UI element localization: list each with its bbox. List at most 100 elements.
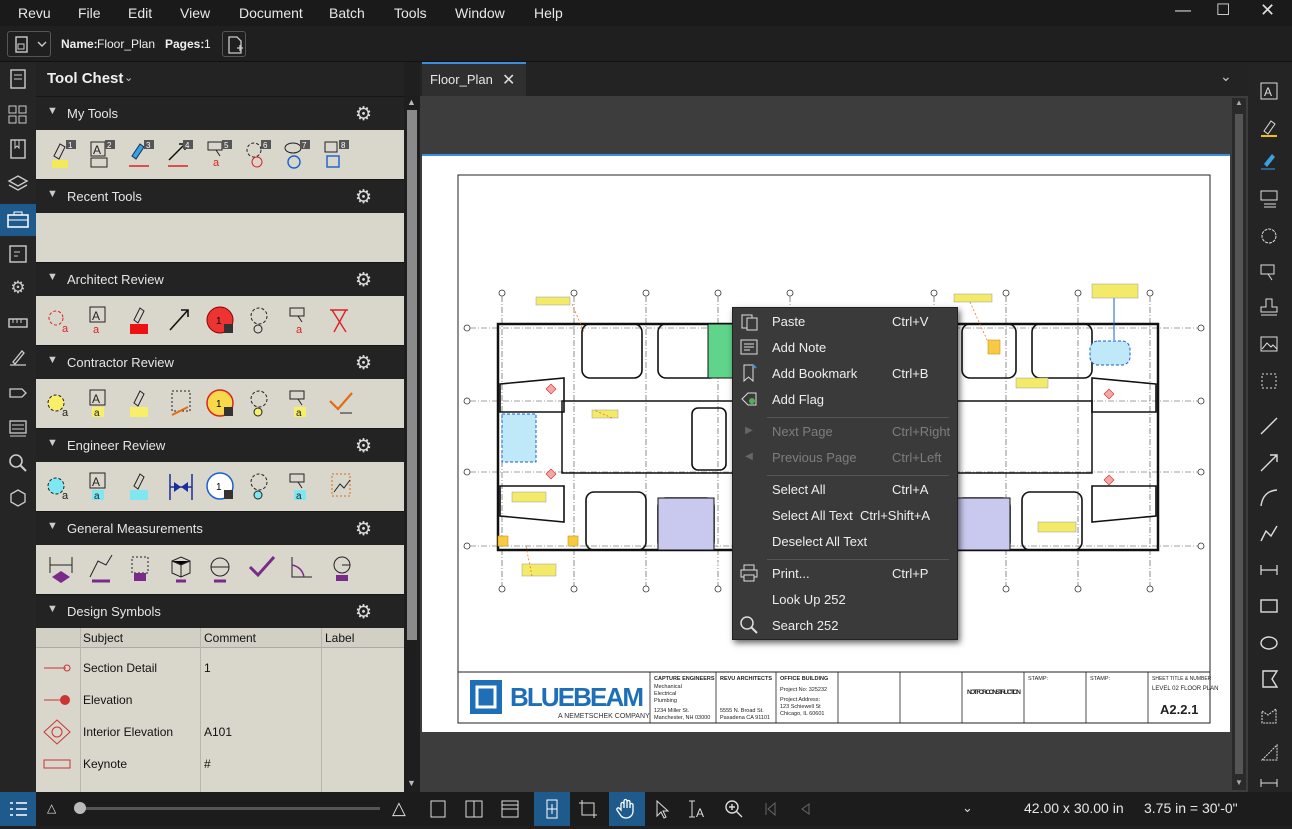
menu-view[interactable]: View <box>180 5 210 21</box>
scroll-thumb[interactable] <box>407 110 417 640</box>
revision-circle-tool-icon[interactable]: 1 <box>206 387 236 419</box>
highlighter-icon[interactable] <box>1258 117 1280 139</box>
length-measure-icon[interactable] <box>46 553 76 585</box>
list-item[interactable]: Interior Elevation A101 <box>36 718 404 746</box>
menu-item-look-up[interactable]: Look Up 252 <box>733 586 957 612</box>
zoom-out-triangle-icon[interactable]: △ <box>47 801 56 815</box>
ellipse-icon[interactable] <box>1258 632 1280 654</box>
gear-icon[interactable]: ⚙ <box>355 269 372 292</box>
callout-tool-icon[interactable]: a <box>286 304 316 336</box>
revision-circle-tool-icon[interactable]: 1 <box>206 304 236 336</box>
tool-chest-tab[interactable] <box>0 204 36 236</box>
section-general-measurements[interactable]: ▼ General Measurements ⚙ <box>36 511 404 545</box>
tab-floor-plan[interactable]: Floor_Plan ✕ <box>422 62 526 96</box>
cloud-icon[interactable] <box>1258 225 1280 247</box>
cloud-callout-tool-icon[interactable]: a <box>44 304 74 336</box>
scroll-up-icon[interactable]: ▲ <box>407 97 416 107</box>
gear-icon[interactable]: ⚙ <box>355 186 372 209</box>
collapse-chevron-icon[interactable]: ▼ <box>47 271 58 283</box>
callout-tool-icon[interactable]: a <box>286 470 316 502</box>
highlight-cyan-tool-icon[interactable] <box>126 470 156 502</box>
gear-icon[interactable]: ⚙ <box>355 103 372 126</box>
column-comment[interactable]: Comment <box>204 631 256 645</box>
tab-list-chevron-icon[interactable]: ⌄ <box>1220 68 1232 85</box>
select-text-icon[interactable]: A <box>686 797 710 821</box>
snapshot-icon[interactable] <box>1258 370 1280 392</box>
highlight-yellow-tool-icon[interactable] <box>126 387 156 419</box>
section-architect-review[interactable]: ▼ Architect Review ⚙ <box>36 262 404 296</box>
radius-measure-icon[interactable] <box>326 553 356 585</box>
section-engineer-review[interactable]: ▼ Engineer Review ⚙ <box>36 428 404 462</box>
column-label[interactable]: Label <box>325 631 354 645</box>
list-item[interactable]: Elevation <box>36 686 404 714</box>
text-box-tool-icon[interactable]: A2 <box>87 138 117 170</box>
zoom-in-triangle-icon[interactable]: △ <box>392 798 406 819</box>
rectangle-tool-icon[interactable]: 8 <box>321 138 351 170</box>
collapse-chevron-icon[interactable]: ▼ <box>47 354 58 366</box>
list-item[interactable]: Keynote # <box>36 750 404 778</box>
volume-measure-icon[interactable] <box>166 553 196 585</box>
tag-icon[interactable] <box>7 382 29 404</box>
count-measure-icon[interactable] <box>246 553 276 585</box>
tool-chest-title[interactable]: Tool Chest <box>47 70 123 87</box>
menu-item-add-flag[interactable]: Add Flag <box>733 386 957 412</box>
scroll-thumb[interactable] <box>1235 114 1243 774</box>
revision-circle-tool-icon[interactable]: 1 <box>206 470 236 502</box>
menu-item-next-page[interactable]: ▶ Next Page Ctrl+Right <box>733 418 957 444</box>
dimension-tool-icon[interactable] <box>166 470 196 502</box>
polylength-measure-icon[interactable] <box>86 553 116 585</box>
callout-tool-icon[interactable]: a5 <box>204 138 234 170</box>
text-box-icon[interactable]: A <box>1258 80 1280 102</box>
zoom-icon[interactable] <box>722 797 746 821</box>
dimension-icon[interactable] <box>1258 559 1280 581</box>
split-vertical-icon[interactable] <box>462 797 486 821</box>
text-tool-icon[interactable]: Aa <box>86 470 116 502</box>
arrow-icon[interactable] <box>1258 452 1280 474</box>
panel-scrollbar[interactable]: ▲ ▼ <box>404 96 420 792</box>
image-icon[interactable] <box>1258 333 1280 355</box>
arc-icon[interactable] <box>1258 487 1280 509</box>
chevron-down-icon[interactable]: ⌄ <box>124 71 133 84</box>
stamp-icon[interactable] <box>1258 296 1280 318</box>
gear-icon[interactable]: ⚙ <box>355 435 372 458</box>
arrow-tool-icon[interactable] <box>166 304 196 336</box>
thumbnails-icon[interactable] <box>7 68 29 90</box>
crop-icon[interactable] <box>576 797 600 821</box>
panel-zoom-slider[interactable] <box>74 802 380 814</box>
diameter-measure-icon[interactable] <box>206 553 236 585</box>
grid-view-icon[interactable] <box>7 103 29 125</box>
section-contractor-review[interactable]: ▼ Contractor Review ⚙ <box>36 345 404 379</box>
column-subject[interactable]: Subject <box>83 631 123 645</box>
hatch-tool-icon[interactable] <box>326 304 356 336</box>
select-arrow-icon[interactable] <box>650 797 674 821</box>
menu-item-search[interactable]: Search 252 <box>733 612 957 638</box>
menu-item-previous-page[interactable]: ◀ Previous Page Ctrl+Left <box>733 444 957 470</box>
menu-revu[interactable]: Revu <box>18 5 51 21</box>
section-my-tools[interactable]: ▼ My Tools ⚙ <box>36 96 404 130</box>
check-tool-icon[interactable] <box>326 387 356 419</box>
close-tab-icon[interactable]: ✕ <box>502 70 515 90</box>
scroll-up-icon[interactable]: ▲ <box>1235 98 1243 107</box>
area-icon[interactable] <box>1258 741 1280 763</box>
cloud-tool-icon[interactable] <box>246 304 276 336</box>
scale-readout[interactable]: 3.75 in = 30'-0" <box>1144 800 1238 816</box>
menu-item-add-note[interactable]: Add Note <box>733 334 957 360</box>
polygon-icon[interactable] <box>1258 668 1280 690</box>
layers-icon[interactable] <box>7 173 29 195</box>
gear-icon[interactable]: ⚙ <box>355 601 372 624</box>
scroll-down-icon[interactable]: ▼ <box>407 778 416 788</box>
menu-item-deselect-all-text[interactable]: Deselect All Text <box>733 528 957 554</box>
text-tool-icon[interactable]: Aa <box>86 304 116 336</box>
menu-item-select-all[interactable]: Select All Ctrl+A <box>733 476 957 502</box>
text-tool-icon[interactable]: Aa <box>86 387 116 419</box>
collapse-chevron-icon[interactable]: ▼ <box>47 520 58 532</box>
new-page-button[interactable] <box>222 31 246 57</box>
angle-measure-icon[interactable] <box>286 553 316 585</box>
collapse-chevron-icon[interactable]: ▼ <box>47 437 58 449</box>
page-dropdown-chevron-icon[interactable]: ⌄ <box>962 800 973 816</box>
cloud-callout-tool-icon[interactable]: a <box>44 387 74 419</box>
pen-tool-icon[interactable]: 3 <box>126 138 156 170</box>
section-recent-tools[interactable]: ▼ Recent Tools ⚙ <box>36 179 404 213</box>
cloud-callout-tool-icon[interactable]: a <box>44 470 74 502</box>
single-page-icon[interactable] <box>426 797 450 821</box>
